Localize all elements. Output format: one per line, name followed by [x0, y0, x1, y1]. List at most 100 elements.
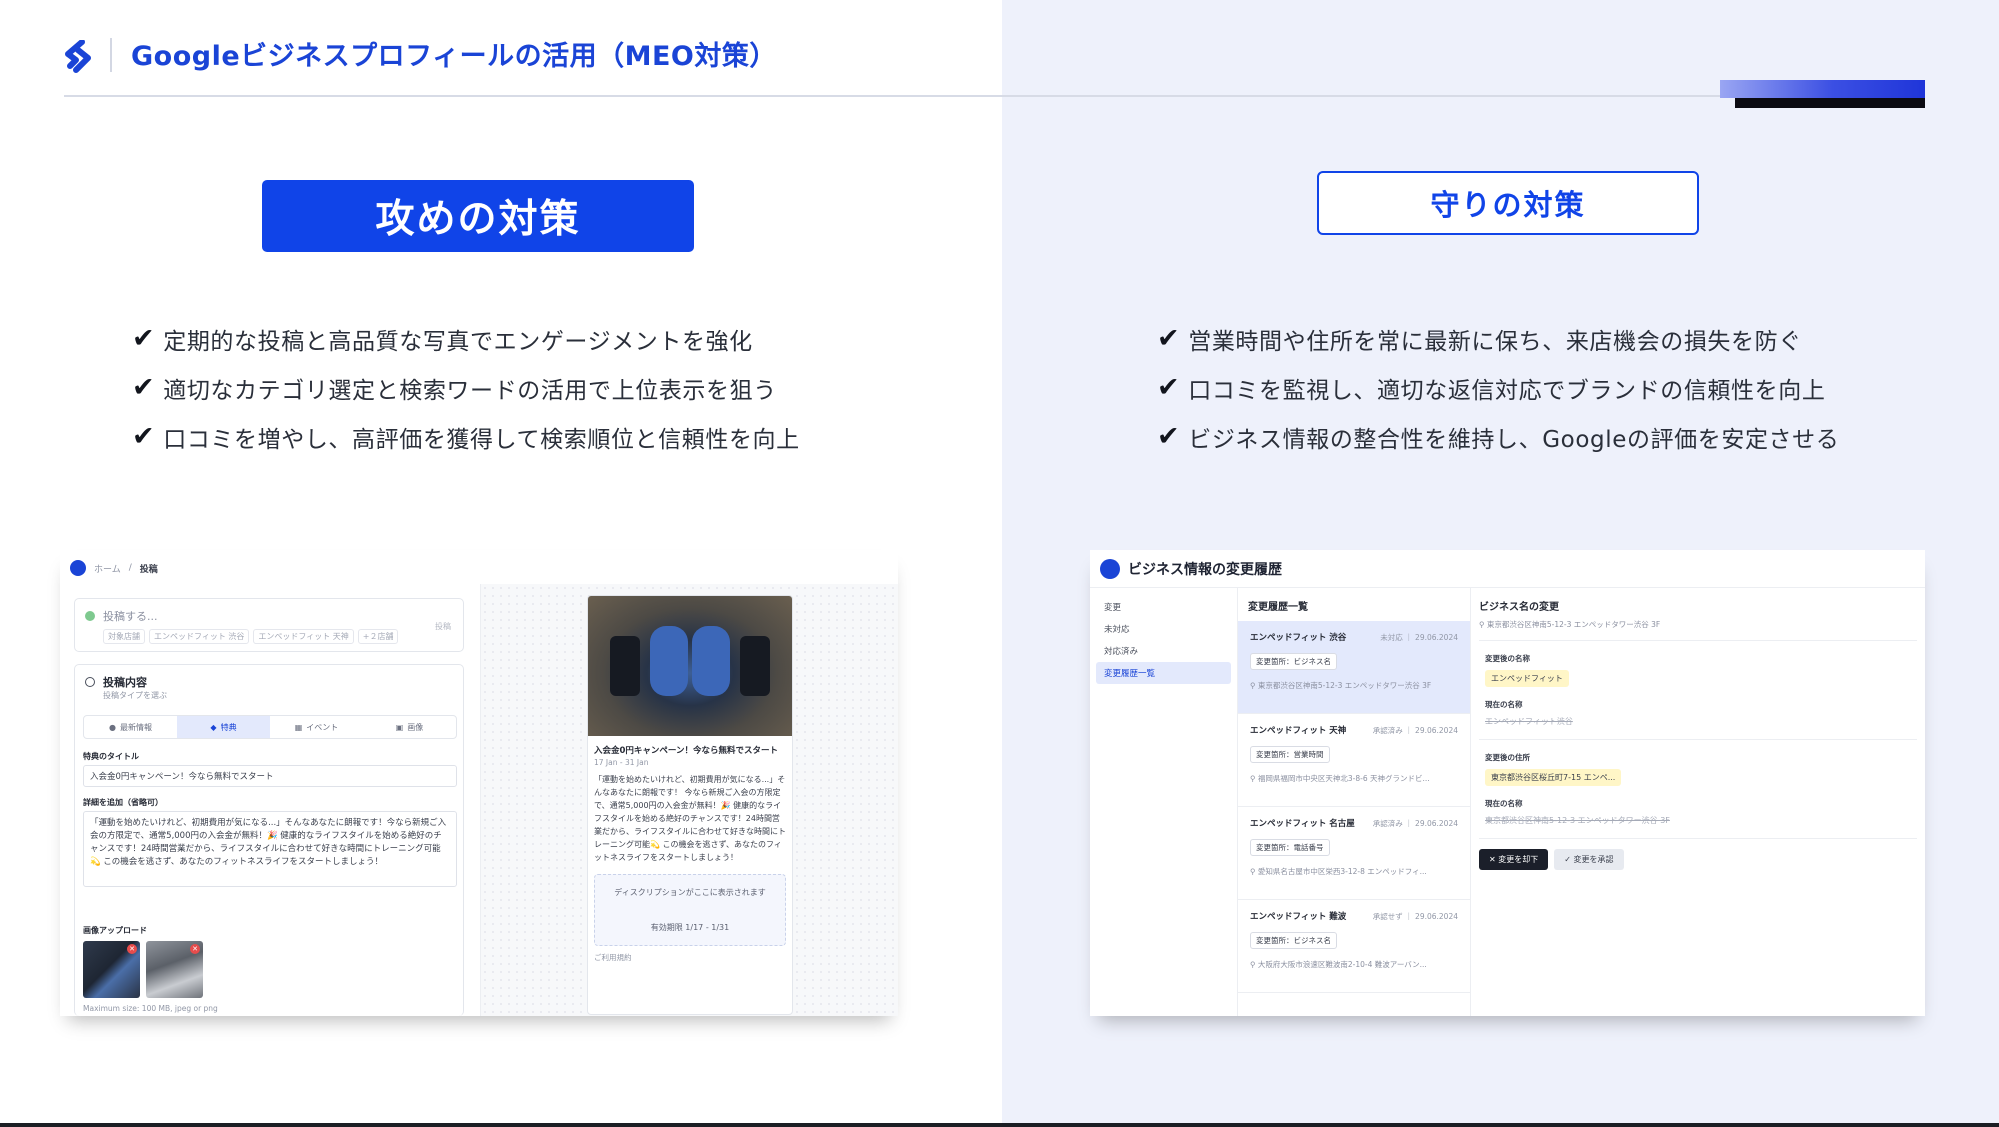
image-icon: ▣ — [395, 722, 404, 732]
pin-icon: ⚲ — [1250, 960, 1258, 969]
tab-event[interactable]: ▦ イベント — [270, 716, 363, 738]
breadcrumb-home[interactable]: ホーム — [94, 562, 121, 575]
offense-bullet-text: 定期的な投稿と高品質な写真でエンゲージメントを強化 — [163, 328, 753, 355]
reject-button[interactable]: ✕ 変更を却下 — [1479, 849, 1549, 870]
title-input[interactable]: 入会金0円キャンペーン！今なら無料でスタート — [83, 765, 457, 787]
tag-icon: ◆ — [210, 722, 217, 732]
post-type-tabs: ● 最新情報 ◆ 特典 ▦ イベント ▣ 画像 — [83, 715, 457, 739]
offense-bullet-text: 口コミを増やし、高評価を獲得して検索順位と信頼性を向上 — [163, 426, 800, 453]
compose-tag[interactable]: +２店舗 — [357, 629, 399, 644]
terms-link[interactable]: ご利用規約 — [588, 950, 792, 965]
change-detail: ビジネス名の変更 ⚲ 東京都渋谷区神南5-12-3 エンペッドタワー渋谷 3F … — [1471, 588, 1925, 1016]
check-icon: ✔ — [1157, 323, 1181, 354]
offense-bullet: ✔ 定期的な投稿と高品質な写真でエンゲージメントを強化 — [132, 314, 800, 363]
defense-bullet: ✔ 営業時間や住所を常に最新に保ち、来店機会の損失を防ぐ — [1157, 314, 1839, 363]
item-badge: 変更箇所：営業時間 — [1250, 746, 1330, 763]
tab-label: 画像 — [407, 722, 424, 732]
divider — [1479, 838, 1917, 839]
detail-textarea[interactable]: 「運動を始めたいけれど、初期費用が気になる...」そんなあなたに朗報です！今なら… — [83, 811, 457, 887]
compose-tag[interactable]: エンペッドフィット 天神 — [253, 629, 354, 644]
tab-latest[interactable]: ● 最新情報 — [84, 716, 177, 738]
current-name-value: エンペッドフィット渋谷 — [1485, 717, 1573, 726]
check-icon: ✔ — [1157, 372, 1181, 403]
list-item[interactable]: エンペッドフィット 渋谷 未対応 ｜ 29.06.2024 変更箇所：ビジネス名… — [1238, 621, 1470, 714]
logo-icon — [65, 40, 91, 73]
defense-bullet-text: 営業時間や住所を常に最新に保ち、来店機会の損失を防ぐ — [1188, 328, 1802, 355]
compose-tags: 対象店舗 エンペッドフィット 渋谷 エンペッドフィット 天神 +２店舗 — [103, 629, 399, 644]
post-preview-card: 入会金0円キャンペーン！今なら無料でスタート 17 Jan - 31 Jan 「… — [587, 595, 793, 1015]
editor-pane: 投稿する... 対象店舗 エンペッドフィット 渋谷 エンペッドフィット 天神 +… — [60, 584, 480, 1016]
new-name-label: 変更後の名称 — [1485, 654, 1530, 663]
sidebar-item-pending[interactable]: 未対応 — [1096, 618, 1231, 640]
compose-tag[interactable]: 対象店舗 — [103, 629, 145, 644]
compose-box[interactable]: 投稿する... 対象店舗 エンペッドフィット 渋谷 エンペッドフィット 天神 +… — [74, 598, 464, 652]
item-status: 未対応 ｜ 29.06.2024 — [1380, 633, 1458, 642]
accent-bar-blue — [1720, 80, 1925, 98]
item-status: 承認済み ｜ 29.06.2024 — [1372, 726, 1458, 735]
detail-actions: ✕ 変更を却下 ✓ 変更を承認 — [1479, 849, 1917, 870]
content-title: 投稿内容 — [103, 676, 147, 689]
history-header: ビジネス情報の変更履歴 — [1090, 550, 1925, 588]
preview-body: 「運動を始めたいけれど、初期費用が気になる...」そんなあなたに朗報です！ 今な… — [594, 775, 786, 862]
change-history-screenshot: ビジネス情報の変更履歴 変更 未対応 対応済み 変更履歴一覧 変更履歴一覧 エン… — [1090, 550, 1925, 1016]
pin-icon: ⚲ — [1479, 620, 1487, 629]
list-item[interactable]: エンペッドフィット 難波 承認せず ｜ 29.06.2024 変更箇所：ビジネス… — [1238, 900, 1470, 993]
item-badge: 変更箇所：電話番号 — [1250, 839, 1330, 856]
tab-offer[interactable]: ◆ 特典 — [177, 716, 270, 738]
list-item[interactable]: エンペッドフィット 名古屋 承認済み ｜ 29.06.2024 変更箇所：電話番… — [1238, 807, 1470, 900]
defense-bullet: ✔ 口コミを監視し、適切な返信対応でブランドの信頼性を向上 — [1157, 363, 1839, 412]
new-address-label: 変更後の住所 — [1485, 753, 1530, 762]
history-sidebar: 変更 未対応 対応済み 変更履歴一覧 — [1090, 588, 1238, 1016]
approve-button[interactable]: ✓ 変更を承認 — [1554, 849, 1624, 870]
preview-date: 17 Jan - 31 Jan — [594, 758, 649, 767]
list-title: 変更履歴一覧 — [1248, 602, 1308, 613]
preview-title: 入会金0円キャンペーン！今なら無料でスタート — [594, 746, 778, 756]
breadcrumb-separator: / — [128, 563, 132, 573]
post-composer-screenshot: ホーム / 投稿 投稿する... 対象店舗 エンペッドフィット 渋谷 エンペッド… — [60, 550, 898, 1016]
defense-label: 守りの対策 — [1317, 171, 1699, 235]
title-label: 特典のタイトル — [83, 752, 139, 761]
check-icon: ✔ — [132, 372, 156, 403]
preview-validity: 有効期限 1/17 - 1/31 — [650, 923, 730, 932]
new-address-value: 東京都渋谷区桜丘町7-15 エンペ... — [1485, 769, 1622, 786]
tab-image[interactable]: ▣ 画像 — [363, 716, 456, 738]
upload-thumbnails: ✕ ✕ — [83, 941, 203, 998]
status-dot-icon — [85, 611, 95, 621]
sidebar-item-done[interactable]: 対応済み — [1096, 640, 1231, 662]
defense-bullet-text: ビジネス情報の整合性を維持し、Googleの評価を安定させる — [1188, 426, 1840, 453]
item-address: ⚲ 大阪府大阪市浪速区難波南2-10-4 難波アーバン... — [1250, 960, 1427, 969]
item-badge: 変更箇所：ビジネス名 — [1250, 653, 1337, 670]
sidebar-item-history[interactable]: 変更履歴一覧 — [1096, 662, 1231, 684]
tab-label: 特典 — [220, 722, 237, 732]
preview-pane: 入会金0円キャンペーン！今なら無料でスタート 17 Jan - 31 Jan 「… — [480, 584, 898, 1016]
check-icon: ✓ — [1564, 855, 1574, 864]
item-address: ⚲ 東京都渋谷区神南5-12-3 エンペッドタワー渋谷 3F — [1250, 681, 1432, 690]
preview-description-box: ディスクリプションがここに表示されます 有効期限 1/17 - 1/31 — [594, 874, 786, 946]
post-button[interactable]: 投稿 — [435, 621, 451, 632]
compose-tag[interactable]: エンペッドフィット 渋谷 — [149, 629, 250, 644]
check-icon: ✔ — [132, 421, 156, 452]
item-address: ⚲ 愛知県名古屋市中区栄西3-12-8 エンペッドフィ... — [1250, 867, 1427, 876]
close-icon: ✕ — [1489, 855, 1499, 864]
new-name-value: エンペッドフィット — [1485, 670, 1569, 687]
calendar-icon: ▦ — [294, 722, 303, 732]
pin-icon: ⚲ — [1250, 867, 1258, 876]
check-icon: ✔ — [132, 323, 156, 354]
item-status: 承認せず ｜ 29.06.2024 — [1372, 912, 1458, 921]
list-item[interactable]: エンペッドフィット 天神 承認済み ｜ 29.06.2024 変更箇所：営業時間… — [1238, 714, 1470, 807]
detail-title: ビジネス名の変更 — [1479, 602, 1559, 613]
preview-description: ディスクリプションがここに表示されます — [614, 888, 766, 897]
remove-icon[interactable]: ✕ — [127, 944, 137, 954]
content-card: 投稿内容 投稿タイプを選ぶ ● 最新情報 ◆ 特典 ▦ イベント ▣ 画像 特典のタイト… — [74, 664, 464, 1016]
history-title: ビジネス情報の変更履歴 — [1128, 561, 1282, 578]
offense-bullet-list: ✔ 定期的な投稿と高品質な写真でエンゲージメントを強化 ✔ 適切なカテゴリ選定と検索… — [132, 314, 800, 461]
offense-bullet: ✔ 口コミを増やし、高評価を獲得して検索順位と信頼性を向上 — [132, 412, 800, 461]
pin-icon: ⚲ — [1250, 681, 1258, 690]
sidebar-item-change[interactable]: 変更 — [1096, 596, 1231, 618]
remove-icon[interactable]: ✕ — [190, 944, 200, 954]
item-status: 承認済み ｜ 29.06.2024 — [1372, 819, 1458, 828]
current-address-value: 東京都渋谷区神南5-12-3 エンペッドタワー渋谷 3F — [1485, 816, 1670, 825]
detail-address: ⚲ 東京都渋谷区神南5-12-3 エンペッドタワー渋谷 3F — [1479, 619, 1917, 641]
preview-image — [588, 596, 792, 736]
defense-bullet-text: 口コミを監視し、適切な返信対応でブランドの信頼性を向上 — [1188, 377, 1826, 404]
